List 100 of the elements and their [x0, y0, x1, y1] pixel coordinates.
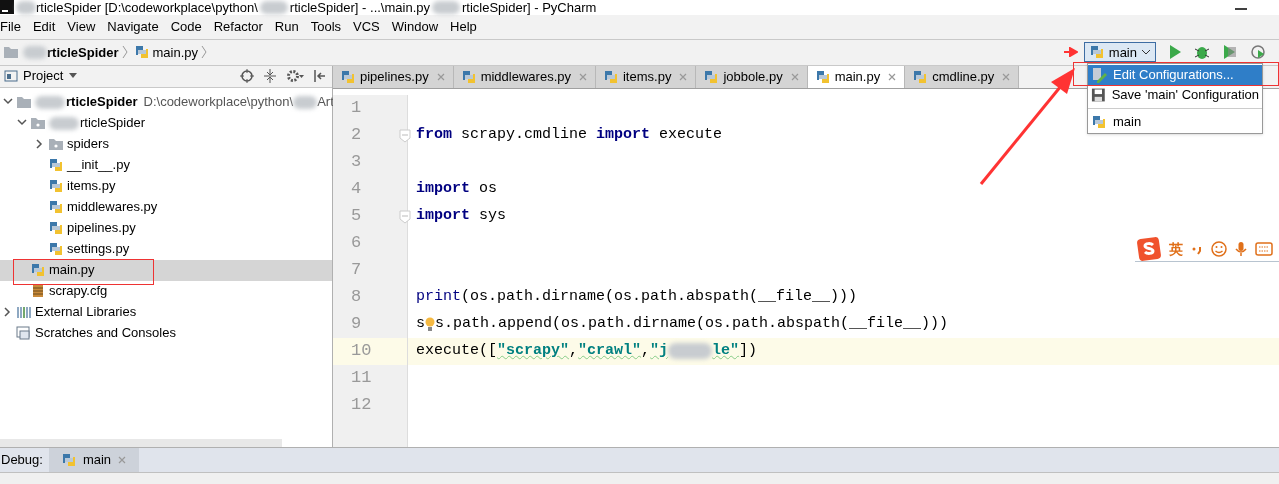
code-token: from: [416, 125, 452, 145]
menu-item[interactable]: Save 'main' Configuration: [1088, 85, 1262, 105]
run-configuration-dropdown[interactable]: main: [1083, 42, 1156, 63]
code-token: import: [416, 206, 470, 226]
project-path: Art: [317, 93, 334, 112]
python-file-icon: [814, 68, 831, 85]
editor-tab[interactable]: cmdline.py: [905, 65, 1020, 88]
close-icon[interactable]: [435, 71, 446, 82]
run-icon[interactable]: [1168, 44, 1182, 61]
hide-panel-icon[interactable]: [314, 69, 326, 84]
menu-item[interactable]: Tools: [310, 17, 342, 37]
python-file-icon: [1091, 114, 1107, 130]
profiler-icon[interactable]: [1250, 44, 1266, 61]
menu-item[interactable]: Navigate: [107, 17, 159, 37]
tree-item[interactable]: main.py: [0, 259, 332, 281]
editor-tab[interactable]: pipelines.py: [333, 65, 454, 88]
line-number: 11: [351, 367, 372, 390]
tree-item[interactable]: rticleSpider D:\codeworkplace\python\ Art: [0, 91, 332, 113]
line-number: 12: [351, 394, 372, 417]
debug-tab[interactable]: main: [48, 448, 140, 473]
tree-item[interactable]: middlewares.py: [0, 196, 332, 218]
editor-tab[interactable]: jobbole.py: [696, 65, 808, 88]
blurred-patch: [259, 0, 288, 14]
code-token: le": [712, 341, 740, 361]
expanded-chevron-icon: [3, 98, 13, 107]
fold-marker-icon[interactable]: [399, 128, 411, 143]
tree-item[interactable]: rticleSpider: [0, 112, 332, 134]
chevron-icon: [121, 45, 128, 60]
tree-item[interactable]: External Libraries: [0, 301, 332, 323]
blurred-patch: [16, 0, 36, 14]
menu-item[interactable]: Refactor: [213, 17, 263, 37]
tree-item[interactable]: __init__.py: [0, 154, 332, 176]
menu-item[interactable]: VCS: [353, 17, 380, 37]
expanded-chevron-icon: [17, 119, 27, 128]
code-token: import: [596, 125, 651, 145]
bug-icon[interactable]: [1194, 44, 1210, 61]
keyboard-icon[interactable]: [1255, 242, 1273, 257]
tree-item[interactable]: settings.py: [0, 238, 332, 260]
editor-tab[interactable]: middlewares.py: [453, 65, 596, 88]
menu-item[interactable]: File: [0, 17, 21, 37]
microphone-icon[interactable]: [1235, 241, 1247, 258]
close-icon[interactable]: [117, 455, 128, 466]
collapse-icon[interactable]: [264, 69, 276, 84]
tree-item[interactable]: items.py: [0, 175, 332, 197]
menu-item[interactable]: Window: [391, 17, 439, 37]
breadcrumb-item[interactable]: main.py: [152, 42, 199, 63]
line-number: 1: [351, 97, 362, 120]
code-token: "j: [650, 341, 669, 361]
code-token: sys: [478, 206, 507, 226]
python-file-icon: [30, 262, 46, 279]
emoji-icon[interactable]: [1211, 241, 1227, 258]
code-token: import: [416, 179, 470, 199]
tree-item[interactable]: spiders: [0, 133, 332, 155]
python-file-icon: [703, 68, 720, 85]
line-number: 10: [351, 340, 372, 363]
project-path: D:\codeworkplace\python\: [143, 93, 294, 112]
menu-item[interactable]: View: [67, 17, 96, 37]
window-title: rticleSpider] - PyCharm: [462, 0, 597, 14]
collapsed-chevron-icon: [36, 139, 44, 150]
tree-item[interactable]: scrapy.cfg: [0, 280, 332, 302]
code-token: scrapy.cmdline: [460, 125, 589, 145]
menu-item[interactable]: main: [1088, 112, 1262, 132]
menu-item[interactable]: Code: [170, 17, 202, 37]
close-icon[interactable]: [887, 71, 898, 82]
tree-item[interactable]: pipelines.py: [0, 217, 332, 239]
edit-pencil-icon: [1091, 67, 1107, 83]
breadcrumb-item[interactable]: rticleSpider: [47, 42, 119, 63]
python-file-icon: [48, 178, 64, 195]
code-token: ,: [641, 341, 651, 361]
close-icon[interactable]: [789, 71, 800, 82]
python-file-icon: [48, 199, 64, 216]
chevron-icon: [201, 45, 208, 60]
editor-tab[interactable]: items.py: [596, 65, 697, 88]
code-token: os: [478, 179, 498, 199]
menu-item[interactable]: Edit Configurations...: [1088, 65, 1262, 85]
coverage-icon[interactable]: [1222, 44, 1238, 61]
settings-icon[interactable]: [286, 69, 304, 84]
lightbulb-icon[interactable]: [425, 316, 435, 333]
blurred-patch: [668, 343, 713, 360]
editor-tab[interactable]: main.py: [807, 65, 906, 88]
python-file-icon: [48, 157, 64, 174]
menu-item[interactable]: Run: [274, 17, 299, 37]
python-file-icon: [460, 68, 477, 85]
line-number: 5: [351, 205, 362, 228]
tree-item[interactable]: Scratches and Consoles: [0, 322, 332, 344]
blurred-patch: [35, 95, 65, 109]
fold-marker-icon[interactable]: [399, 209, 411, 224]
crosshair-icon[interactable]: [240, 69, 254, 84]
menu-item[interactable]: Edit: [32, 17, 56, 37]
code-token: execute: [658, 125, 723, 145]
close-icon[interactable]: [578, 71, 588, 82]
view-selector[interactable]: Project: [23, 66, 78, 86]
code-token: (os.path.dirname(os.path.abspath(__file__))): [461, 287, 858, 307]
code-token: "crawl": [578, 341, 642, 361]
code-token: "scrapy": [497, 341, 570, 361]
menu-item[interactable]: Help: [450, 17, 477, 37]
code-token: print: [416, 287, 461, 307]
close-icon[interactable]: [1001, 71, 1012, 82]
close-icon[interactable]: [678, 71, 689, 82]
annotation-arrow-icon: [1063, 47, 1078, 58]
